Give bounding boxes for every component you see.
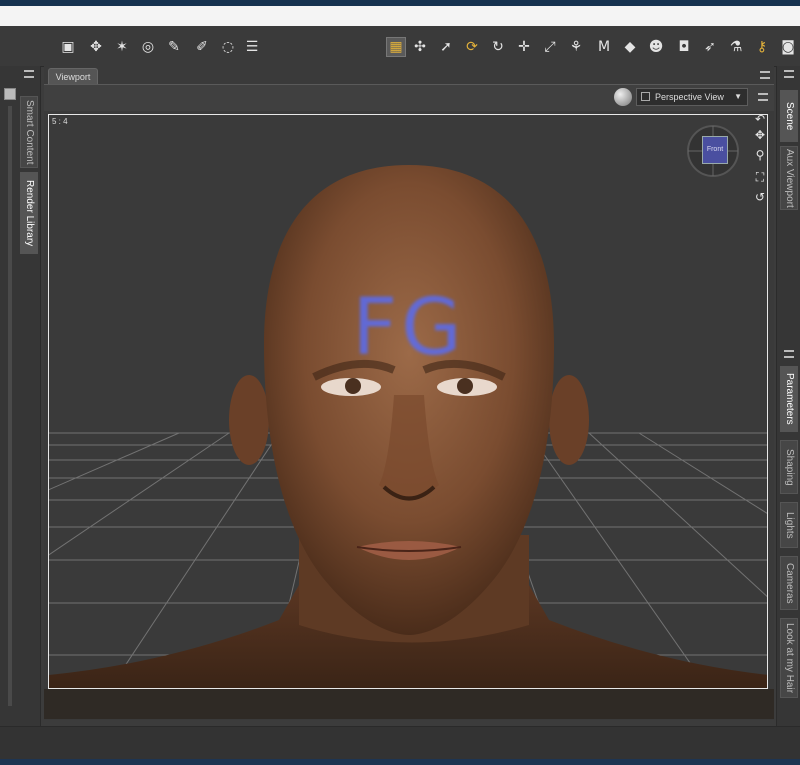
view-select[interactable]: Perspective View ▼ xyxy=(636,88,748,106)
aspect-ratio-label: 5 : 4 xyxy=(52,117,68,126)
figure-icon[interactable]: ☻ xyxy=(646,37,666,57)
rotate-icon[interactable]: ↻ xyxy=(488,37,508,57)
gold-rotate-icon[interactable]: ⟳ xyxy=(462,37,482,57)
view-cube-face[interactable]: Front xyxy=(702,136,728,164)
tab-scene[interactable]: Scene xyxy=(780,90,798,142)
right-pane: Scene Aux Viewport Parameters Shaping Li… xyxy=(776,66,800,726)
forehead-text: FG xyxy=(352,283,466,373)
viewport-bottom xyxy=(44,689,774,719)
joint-editor-icon[interactable]: ⚘ xyxy=(566,37,586,57)
pane-scrollbar[interactable] xyxy=(8,106,12,706)
tab-render-library[interactable]: Render Library xyxy=(20,172,38,254)
panel-menu-icon[interactable] xyxy=(784,350,794,358)
camera-icon[interactable]: ◘ xyxy=(674,37,694,57)
sparkle-wand-icon[interactable]: ✶ xyxy=(112,37,132,57)
main-toolbar: ▣ ✥ ✶ ◎ ✎ ✐ ◌ ☰ ▦ ✣ ➚ ⟳ ↻ ✛ ⤢ ⚘ M ◆ ☻ ◘ … xyxy=(0,26,800,67)
view-icon xyxy=(641,92,650,101)
viewport-options-icon[interactable] xyxy=(758,93,768,101)
draw-style-icon[interactable] xyxy=(614,88,632,106)
status-bar xyxy=(0,726,800,760)
forehead-overlay: FG xyxy=(49,115,767,688)
translate-icon[interactable]: ✛ xyxy=(514,37,534,57)
target-icon[interactable]: ◎ xyxy=(138,37,158,57)
panel-menu-icon[interactable] xyxy=(24,70,34,78)
zoom-icon[interactable]: ⚲ xyxy=(753,148,767,162)
camera-cube-icon[interactable]: ▣ xyxy=(58,37,78,57)
geometry-icon[interactable]: ⚗ xyxy=(726,37,746,57)
chevron-down-icon: ▼ xyxy=(734,92,742,101)
surface-icon[interactable]: ◆ xyxy=(620,37,640,57)
dashed-circle-icon[interactable]: ◌ xyxy=(218,37,238,57)
reset-view-icon[interactable]: ↺ xyxy=(753,190,767,204)
gold-lock-icon[interactable]: ⚷ xyxy=(752,37,772,57)
panel-menu-icon[interactable] xyxy=(784,70,794,78)
tab-parameters[interactable]: Parameters xyxy=(780,366,798,432)
tab-aux-viewport[interactable]: Aux Viewport xyxy=(780,146,798,210)
viewport-menu-icon[interactable] xyxy=(760,71,770,79)
3d-viewport[interactable]: FG xyxy=(48,114,768,689)
camera-small-icon[interactable]: ◙ xyxy=(778,37,798,57)
bottom-window-strip xyxy=(0,759,800,765)
eraser-icon[interactable]: ✐ xyxy=(192,37,212,57)
tab-lights[interactable]: Lights xyxy=(780,502,798,548)
menu-strip xyxy=(0,6,800,26)
tab-smart-content[interactable]: Smart Content xyxy=(20,96,38,168)
morph-icon[interactable]: M xyxy=(594,37,614,57)
scale-icon[interactable]: ⤢ xyxy=(540,37,560,57)
tab-viewport[interactable]: Viewport xyxy=(48,68,98,85)
pointer-icon[interactable]: ➚ xyxy=(436,37,456,57)
node-pointer-icon[interactable]: ➶ xyxy=(700,37,720,57)
frame-icon[interactable]: ⛶ xyxy=(753,170,767,184)
pan-icon[interactable]: ✥ xyxy=(753,128,767,142)
left-pane: Smart Content Render Library xyxy=(0,66,41,726)
move-universal-icon[interactable]: ✣ xyxy=(410,37,430,57)
tab-cameras[interactable]: Cameras xyxy=(780,556,798,610)
bars-icon[interactable]: ☰ xyxy=(242,37,262,57)
view-select-label: Perspective View xyxy=(655,92,724,102)
grid-select-icon[interactable]: ▦ xyxy=(386,37,406,57)
dropper-icon[interactable]: ✎ xyxy=(164,37,184,57)
orbit-icon[interactable]: ↶ xyxy=(753,112,767,126)
universal-arrows-icon[interactable]: ✥ xyxy=(86,37,106,57)
tab-look-at-my-hair[interactable]: Look at my Hair xyxy=(780,618,798,698)
pane-toggle-icon[interactable] xyxy=(4,88,16,100)
tab-shaping[interactable]: Shaping xyxy=(780,440,798,494)
